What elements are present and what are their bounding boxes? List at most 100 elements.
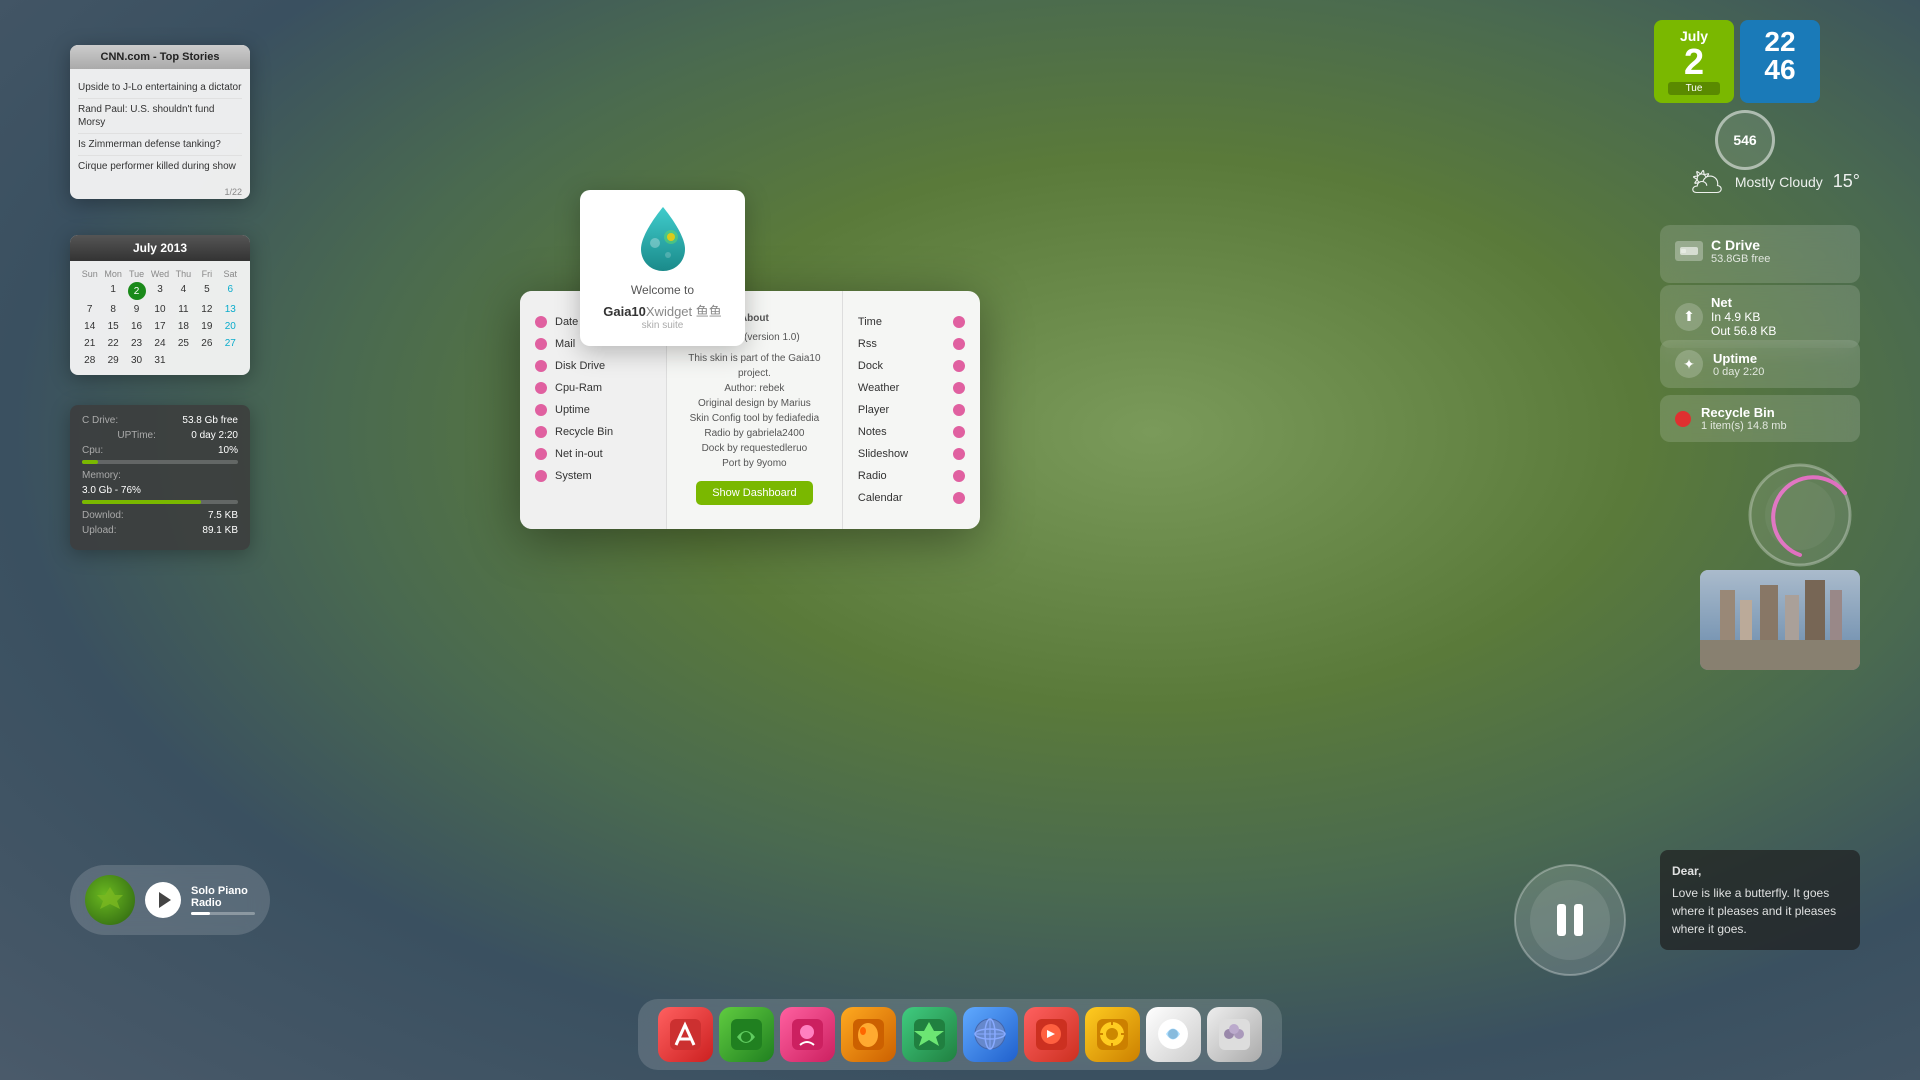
right-item-calendar[interactable]: Calendar — [858, 487, 965, 509]
media-progress-bar[interactable] — [191, 912, 255, 915]
dock-icon-3[interactable] — [780, 1007, 835, 1062]
uptime-icon: ✦ — [1675, 350, 1703, 378]
pink-dot-slideshow — [953, 448, 965, 460]
humidity-value: 546 — [1733, 132, 1756, 148]
humidity-widget: 546 — [1715, 110, 1775, 170]
right-item-time[interactable]: Time — [858, 311, 965, 333]
cpu-bar — [82, 460, 238, 464]
pink-dot-recycle — [535, 426, 547, 438]
stats-memory-value: 3.0 Gb - 76% — [82, 485, 141, 496]
minutes-label: 46 — [1754, 56, 1806, 84]
dock-icon-7[interactable] — [1024, 1007, 1079, 1062]
panel-right: Time Rss Dock Weather Player Notes — [843, 291, 980, 529]
dock-icon-5[interactable] — [902, 1007, 957, 1062]
right-item-rss[interactable]: Rss — [858, 333, 965, 355]
pink-dot-netinout — [535, 448, 547, 460]
calendar-widget: July 2013 Sun Mon Tue Wed Thu Fri Sat 1 … — [70, 235, 250, 375]
notes-text: Love is like a butterfly. It goes where … — [1672, 884, 1848, 938]
hours-label: 22 — [1754, 28, 1806, 56]
left-item-recycle[interactable]: Recycle Bin — [535, 421, 651, 443]
calendar-grid: Sun Mon Tue Wed Thu Fri Sat 1 2 3 4 5 6 … — [70, 261, 250, 375]
stats-uptime-value: 0 day 2:20 — [191, 430, 238, 441]
media-play-button[interactable] — [145, 882, 181, 918]
welcome-text: Welcome to — [595, 283, 730, 297]
left-item-cpuram[interactable]: Cpu-Ram — [535, 377, 651, 399]
cdrive-icon — [1675, 241, 1703, 261]
stats-memory-label: Memory: — [82, 470, 121, 481]
dock-icon-2[interactable] — [719, 1007, 774, 1062]
calendar-header: July 2013 — [70, 235, 250, 261]
cnn-item-4[interactable]: Cirque performer killed during show — [78, 156, 242, 177]
dock-icon-10[interactable] — [1207, 1007, 1262, 1062]
media-logo — [85, 875, 135, 925]
stats-cdrive-free: 53.8 Gb free — [182, 415, 238, 426]
cnn-item-2[interactable]: Rand Paul: U.S. shouldn't fund Morsy — [78, 99, 242, 134]
notes-salutation: Dear, — [1672, 862, 1848, 880]
pink-dot-date — [535, 316, 547, 328]
stats-uptime-label: UPTime: — [117, 430, 156, 441]
about-card: Welcome to Gaia10Xwidget 鱼鱼 skin suite — [580, 190, 745, 346]
right-item-weather[interactable]: Weather — [858, 377, 965, 399]
photo-widget — [1700, 570, 1860, 670]
dock-icon-9[interactable] — [1146, 1007, 1201, 1062]
recycle-dot — [1675, 411, 1691, 427]
cnn-footer: 1/22 — [70, 185, 250, 199]
media-player: Solo Piano Radio — [70, 865, 270, 935]
left-item-uptime[interactable]: Uptime — [535, 399, 651, 421]
pink-dot-uptime — [535, 404, 547, 416]
weather-widget: 🌥 Mostly Cloudy 15° — [1689, 165, 1860, 198]
weather-temperature: 15° — [1833, 171, 1860, 192]
pink-dot-cpuram — [535, 382, 547, 394]
dock-icon-1[interactable] — [658, 1007, 713, 1062]
right-item-notes[interactable]: Notes — [858, 421, 965, 443]
cnn-items: Upside to J-Lo entertaining a dictator R… — [70, 69, 250, 185]
pink-dot-system — [535, 470, 547, 482]
left-item-diskdrive[interactable]: Disk Drive — [535, 355, 651, 377]
cdrive-free: 53.8GB free — [1711, 253, 1770, 265]
left-item-netinout[interactable]: Net in-out — [535, 443, 651, 465]
dashboard-title: Gaia10 — [603, 304, 646, 319]
calendar-day-names: Sun Mon Tue Wed Thu Fri Sat — [78, 267, 242, 281]
uptime-widget: ✦ Uptime 0 day 2:20 — [1660, 340, 1860, 388]
recycle-title: Recycle Bin — [1701, 405, 1787, 420]
dock-icon-4[interactable] — [841, 1007, 896, 1062]
modal-overlay: Welcome to Gaia10Xwidget 鱼鱼 skin suite D… — [500, 250, 1000, 570]
pink-dot-calendar — [953, 492, 965, 504]
photo-placeholder — [1700, 570, 1860, 670]
show-dashboard-button[interactable]: Show Dashboard — [696, 481, 812, 505]
stats-upload-label: Upload: — [82, 525, 116, 536]
cdrive-title: C Drive — [1711, 237, 1770, 253]
dashboard-subtitle: Xwidget 鱼鱼 — [646, 304, 722, 319]
cnn-widget: CNN.com - Top Stories Upside to J-Lo ent… — [70, 45, 250, 199]
pink-dot-time — [953, 316, 965, 328]
net-widget: ⬆ Net In 4.9 KB Out 56.8 KB — [1660, 285, 1860, 348]
uptime-value: 0 day 2:20 — [1713, 366, 1764, 378]
music-circle-player[interactable] — [1510, 860, 1630, 980]
net-in: In 4.9 KB — [1711, 310, 1776, 324]
media-info: Solo Piano Radio — [191, 885, 255, 915]
left-item-system[interactable]: System — [535, 465, 651, 487]
pink-dot-player — [953, 404, 965, 416]
right-item-radio[interactable]: Radio — [858, 465, 965, 487]
date-box[interactable]: July 2 Tue — [1654, 20, 1734, 103]
time-box: 22 46 — [1740, 20, 1820, 103]
datetime-widget: July 2 Tue 22 46 — [1654, 20, 1820, 103]
notes-widget: Dear, Love is like a butterfly. It goes … — [1660, 850, 1860, 950]
right-item-slideshow[interactable]: Slideshow — [858, 443, 965, 465]
volume-widget[interactable] — [1740, 455, 1860, 575]
pink-dot-radio — [953, 470, 965, 482]
pink-dot-weather — [953, 382, 965, 394]
pink-dot-notes — [953, 426, 965, 438]
dock-icon-6[interactable] — [963, 1007, 1018, 1062]
cnn-header: CNN.com - Top Stories — [70, 45, 250, 69]
pink-dot-diskdrive — [535, 360, 547, 372]
pink-dot-mail — [535, 338, 547, 350]
memory-bar — [82, 500, 238, 504]
dock-icon-8[interactable] — [1085, 1007, 1140, 1062]
right-item-player[interactable]: Player — [858, 399, 965, 421]
cnn-item-1[interactable]: Upside to J-Lo entertaining a dictator — [78, 77, 242, 99]
recycle-widget: Recycle Bin 1 item(s) 14.8 mb — [1660, 395, 1860, 442]
right-item-dock[interactable]: Dock — [858, 355, 965, 377]
cnn-item-3[interactable]: Is Zimmerman defense tanking? — [78, 134, 242, 156]
weather-condition: Mostly Cloudy — [1735, 174, 1823, 190]
